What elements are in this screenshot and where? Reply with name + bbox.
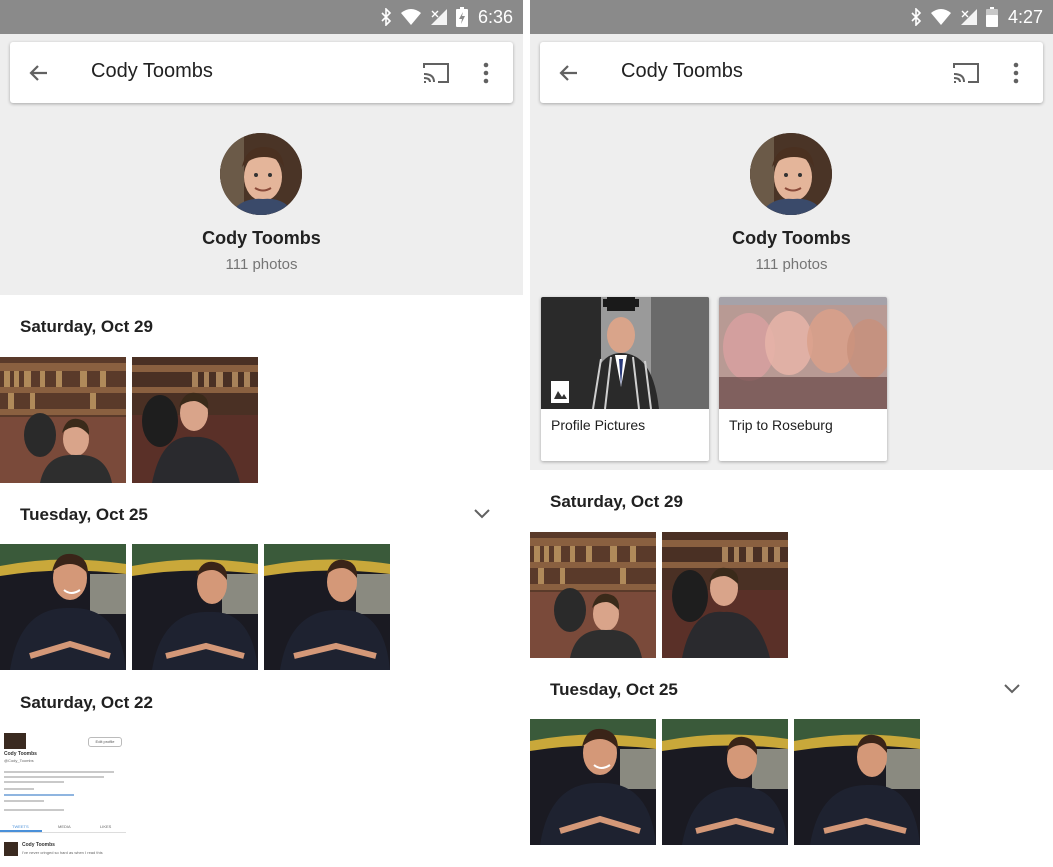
status-bar: 6:36 (0, 0, 523, 34)
toolbar-title: Cody Toombs (91, 60, 213, 82)
avatar[interactable] (750, 133, 832, 215)
wifi-icon (930, 9, 951, 25)
cast-button[interactable] (420, 59, 452, 87)
status-bar: 4:27 (530, 0, 1053, 34)
chevron-down-icon (474, 509, 490, 519)
tweet-handle: @Cody_Toombs (4, 758, 34, 763)
album-card[interactable]: Profile Pictures (541, 297, 709, 461)
date-header: Saturday, Oct 29 (20, 317, 153, 336)
album-title: Trip to Roseburg (729, 417, 833, 433)
photo-thumbnail[interactable] (264, 544, 390, 670)
signal-icon (960, 9, 977, 25)
edit-profile-button: Edit profile (88, 737, 122, 747)
back-button[interactable] (554, 58, 584, 88)
photo-thumbnail[interactable] (530, 532, 656, 658)
expand-section-button[interactable] (470, 502, 494, 526)
date-header: Tuesday, Oct 25 (20, 505, 148, 524)
date-header: Saturday, Oct 29 (550, 492, 683, 511)
back-arrow-icon (559, 65, 577, 81)
tweet-profile-name: Cody Toombs (4, 751, 37, 757)
app-toolbar: Cody Toombs (10, 42, 513, 103)
date-header: Tuesday, Oct 25 (550, 680, 678, 699)
photo-thumbnail[interactable] (662, 719, 788, 845)
bluetooth-icon (381, 8, 392, 26)
more-options-button[interactable] (1006, 58, 1026, 88)
cast-icon (953, 63, 979, 83)
album-cover (719, 297, 887, 409)
screen-left: 6:36 Cody Toombs Cody Toombs 111 photos … (0, 0, 523, 867)
tweet-avatar (4, 733, 26, 749)
profile-name: Cody Toombs (732, 228, 851, 248)
battery-icon (455, 7, 468, 27)
tweet-tab: TWEETS (12, 824, 29, 829)
photo-thumbnail[interactable] (132, 357, 258, 483)
avatar[interactable] (220, 133, 302, 215)
tweet-author: Cody Toombs (22, 842, 55, 848)
album-title: Profile Pictures (551, 417, 646, 433)
album-card[interactable]: Trip to Roseburg (719, 297, 887, 461)
photo-thumbnail[interactable] (530, 719, 656, 845)
status-time: 6:36 (477, 6, 513, 27)
expand-section-button[interactable] (1000, 677, 1024, 701)
more-vert-icon (1013, 62, 1019, 84)
toolbar-title: Cody Toombs (621, 60, 743, 82)
back-button[interactable] (24, 58, 54, 88)
profile-name: Cody Toombs (202, 228, 321, 248)
more-options-button[interactable] (476, 58, 496, 88)
photo-count: 111 photos (225, 256, 298, 273)
more-vert-icon (483, 62, 489, 84)
tweet-tab: MEDIA (58, 824, 71, 829)
cast-icon (423, 63, 449, 83)
photo-count: 111 photos (755, 256, 828, 273)
album-cover (541, 297, 709, 409)
bluetooth-icon (911, 8, 922, 26)
photo-thumbnail[interactable] (132, 544, 258, 670)
photo-thumbnail[interactable] (662, 532, 788, 658)
signal-icon (430, 9, 447, 25)
screenshot-thumbnail[interactable]: Edit profile Cody Toombs @Cody_Toombs TW… (0, 731, 126, 861)
tweet-tab: LIKES (100, 824, 112, 829)
tweet-text: I've never cringed so hard as when I rea… (22, 850, 103, 855)
back-arrow-icon (29, 65, 47, 81)
cast-button[interactable] (950, 59, 982, 87)
screen-right: 4:27 Cody Toombs Cody Toombs 111 photos … (530, 0, 1053, 867)
status-time: 4:27 (1007, 6, 1043, 27)
wifi-icon (400, 9, 421, 25)
date-header: Saturday, Oct 22 (20, 693, 153, 712)
battery-icon (985, 7, 998, 27)
photo-thumbnail[interactable] (0, 544, 126, 670)
app-toolbar: Cody Toombs (540, 42, 1043, 103)
photo-thumbnail[interactable] (794, 719, 920, 845)
chevron-down-icon (1004, 684, 1020, 694)
photo-thumbnail[interactable] (0, 357, 126, 483)
